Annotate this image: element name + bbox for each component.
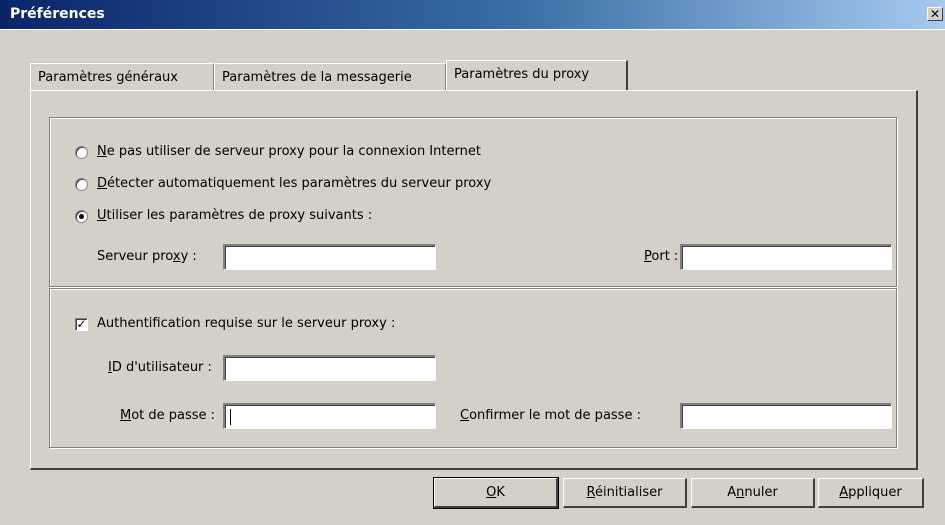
auth-required-checkbox[interactable]: ✓ — [75, 318, 88, 331]
authentication-group: ✓ Authentification requise sur le serveu… — [49, 288, 897, 448]
close-button[interactable]: ✕ — [927, 7, 943, 21]
tab-label: Paramètres du proxy — [454, 67, 590, 82]
port-label: Port : — [644, 249, 679, 264]
proxy-server-label: Serveur proxy : — [97, 249, 197, 264]
radio-manual-proxy-label[interactable]: Utiliser les paramètres de proxy suivant… — [97, 208, 372, 223]
close-icon: ✕ — [929, 7, 941, 21]
tab-general-settings[interactable]: Paramètres généraux — [30, 63, 214, 91]
password-label: Mot de passe : — [120, 408, 216, 423]
window-title: Préférences — [10, 6, 105, 22]
tab-messaging-settings[interactable]: Paramètres de la messagerie — [214, 63, 446, 91]
radio-no-proxy-label[interactable]: Ne pas utiliser de serveur proxy pour la… — [97, 144, 481, 159]
reset-button[interactable]: Réinitialiser — [563, 478, 687, 508]
password-input[interactable] — [223, 403, 436, 429]
port-input[interactable] — [680, 244, 892, 270]
confirm-password-label: Confirmer le mot de passe : — [460, 408, 641, 423]
user-id-label: ID d'utilisateur : — [108, 360, 212, 375]
ok-button[interactable]: OK — [433, 477, 559, 509]
proxy-settings-panel: Ne pas utiliser de serveur proxy pour la… — [30, 90, 918, 470]
text-cursor — [230, 409, 231, 425]
radio-selected-dot — [79, 214, 84, 219]
radio-auto-detect[interactable] — [75, 178, 88, 191]
apply-button[interactable]: Appliquer — [818, 478, 924, 508]
confirm-password-input[interactable] — [680, 403, 892, 429]
radio-manual-proxy[interactable] — [75, 210, 88, 223]
tab-proxy-settings[interactable]: Paramètres du proxy — [446, 60, 628, 90]
proxy-server-input[interactable] — [223, 244, 436, 270]
title-bar: Préférences ✕ — [0, 0, 945, 30]
checkmark-icon: ✓ — [76, 317, 87, 331]
cancel-button[interactable]: Annuler — [691, 478, 815, 508]
proxy-mode-group: Ne pas utiliser de serveur proxy pour la… — [49, 117, 897, 287]
tab-label: Paramètres de la messagerie — [222, 70, 412, 85]
radio-no-proxy[interactable] — [75, 146, 88, 159]
radio-auto-detect-label[interactable]: Détecter automatiquement les paramètres … — [97, 176, 491, 191]
tab-label: Paramètres généraux — [38, 70, 178, 85]
user-id-input[interactable] — [223, 355, 436, 381]
auth-required-label[interactable]: Authentification requise sur le serveur … — [97, 316, 395, 331]
